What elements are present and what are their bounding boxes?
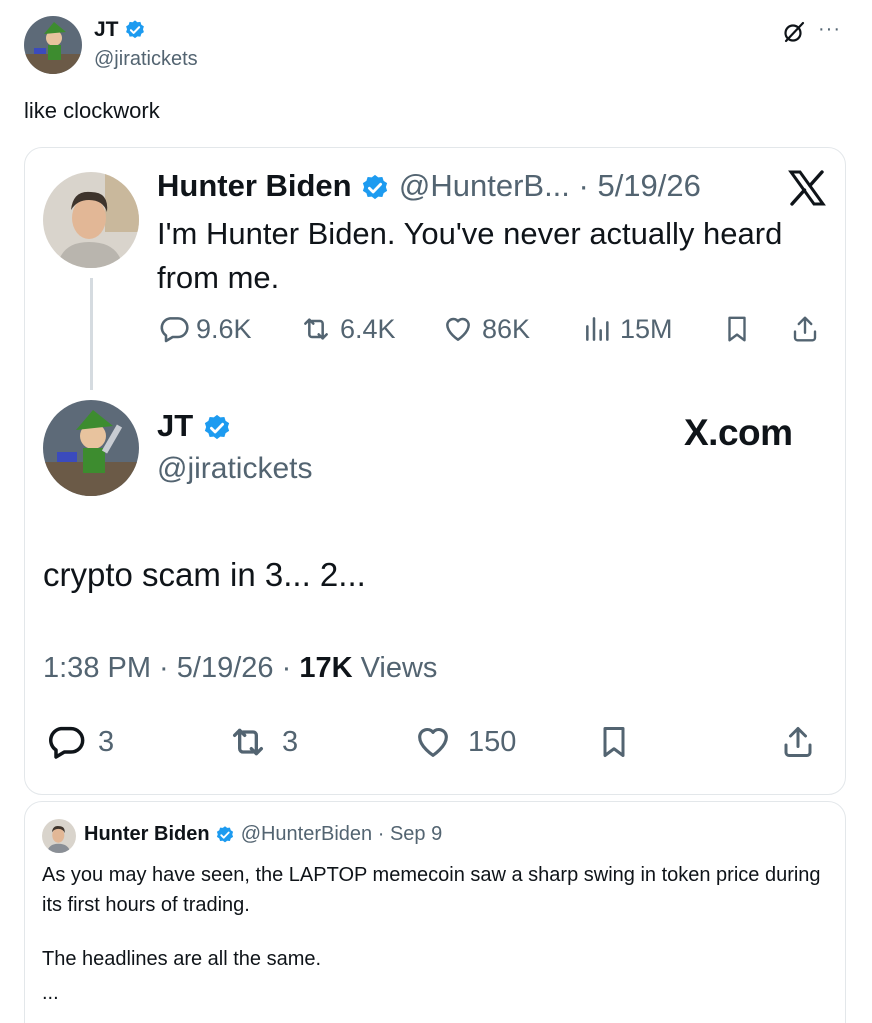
reply-tweet-text: crypto scam in 3... 2... [43,556,366,593]
author-name[interactable]: JT [94,18,146,42]
reply-repost-stat: 3 [226,720,298,764]
reply-like-stat: 150 [410,720,516,764]
author-avatar[interactable] [24,16,82,74]
original-author-avatar [43,172,139,268]
original-bookmark [722,308,752,350]
quoted-tweet-header: Hunter Biden @HunterBiden · Sep 9 [84,823,442,846]
reply-timestamp-views: 1:38 PM · 5/19/26 · 17K Views [43,652,438,684]
x-logo-icon [788,170,826,206]
share-icon [793,316,817,342]
reply-icon [49,726,85,759]
verified-badge-icon [126,20,145,39]
quoted-author-avatar[interactable] [42,819,76,853]
analytics-icon [586,317,609,341]
post-text: like clockwork [24,98,160,123]
heart-icon [446,317,470,341]
verified-badge-icon [217,825,234,843]
x-com-brand: X.com [684,412,793,453]
bookmark-icon [728,316,746,342]
reply-share [780,720,816,764]
reply-author-name: JT [157,408,232,444]
thread-connector-line [90,278,93,390]
original-author-name: Hunter Biden [157,168,352,203]
original-reply-stat: 9.6K [158,308,252,350]
verified-badge-icon [204,414,229,439]
quoted-tweet-text: As you may have seen, the LAPTOP memecoi… [42,864,821,916]
quoted-author-name[interactable]: Hunter Biden [84,823,210,845]
reply-author-avatar [43,400,139,496]
reply-bookmark [596,720,632,764]
quoted-tweet-text-2: The headlines are all the same. [42,948,322,970]
original-tweet-text: I'm Hunter Biden. You've never actually … [157,216,783,295]
bookmark-icon [603,727,625,757]
grok-icon[interactable] [782,20,806,44]
original-like-stat: 86K [440,308,530,350]
quoted-tweet-truncation: ... [42,982,59,1004]
reply-reply-stat: 3 [46,720,114,764]
reply-icon [160,317,189,343]
original-share [790,308,820,350]
original-tweet-header: Hunter Biden @HunterB... · 5/19/26 [157,168,701,204]
share-icon [784,727,812,757]
more-options-button[interactable]: ··· [818,18,841,41]
author-handle[interactable]: @jiratickets [94,48,198,71]
original-views-stat: 15M [582,308,673,350]
repost-icon [304,318,328,340]
quoted-handle-date[interactable]: @HunterBiden · Sep 9 [241,823,443,845]
reply-author-handle: @jiratickets [157,452,313,485]
heart-icon [418,727,448,757]
repost-icon [233,728,264,756]
original-repost-stat: 6.4K [298,308,396,350]
verified-badge-icon [363,174,388,199]
original-handle-date: @HunterB... · 5/19/26 [398,168,701,203]
